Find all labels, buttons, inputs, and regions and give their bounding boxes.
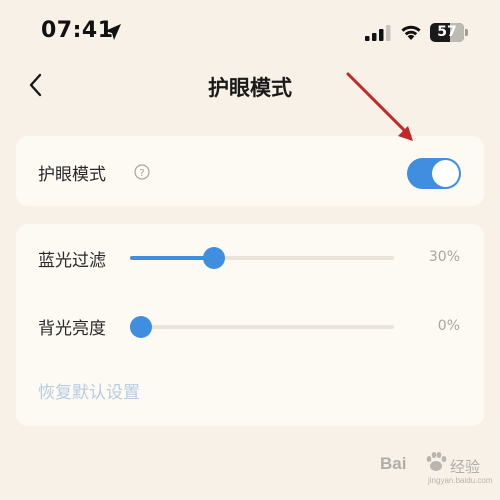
watermark-sub: 经验 bbox=[450, 458, 481, 476]
backlight-brightness-slider-thumb[interactable] bbox=[130, 316, 152, 338]
baidu-jingyan-watermark: Bai 经验 jingyan.baidu.com bbox=[380, 446, 492, 486]
blue-light-filter-slider-thumb[interactable] bbox=[202, 247, 225, 269]
wifi-icon bbox=[401, 25, 421, 40]
display-settings-card: 蓝光过滤 30% 背光亮度 0% 恢复默认设置 bbox=[16, 224, 484, 426]
blue-light-filter-label: 蓝光过滤 bbox=[38, 251, 106, 271]
eye-protection-screen: 07:41 57 护眼模式 护眼模式 ? 蓝光过滤 30% 背光亮度 0% 恢复… bbox=[0, 0, 500, 500]
eye-protection-card: 护眼模式 ? bbox=[16, 136, 484, 206]
eye-protection-label: 护眼模式 bbox=[38, 165, 106, 185]
toggle-knob bbox=[432, 160, 459, 187]
battery-tip bbox=[465, 29, 468, 36]
backlight-brightness-value: 0% bbox=[437, 318, 460, 334]
backlight-brightness-slider[interactable] bbox=[130, 316, 394, 338]
cellular-signal-icon bbox=[365, 25, 391, 41]
paw-icon bbox=[426, 452, 447, 471]
blue-light-filter-value: 30% bbox=[428, 249, 460, 265]
blue-light-filter-slider[interactable] bbox=[130, 247, 394, 269]
status-bar: 07:41 57 bbox=[0, 0, 500, 64]
location-arrow-icon bbox=[105, 24, 121, 40]
backlight-brightness-label: 背光亮度 bbox=[38, 319, 106, 339]
battery-level: 57 bbox=[437, 24, 457, 40]
watermark-url: jingyan.baidu.com bbox=[428, 476, 493, 485]
watermark-brand: Bai bbox=[380, 454, 407, 473]
eye-protection-toggle[interactable] bbox=[407, 158, 461, 189]
page-title: 护眼模式 bbox=[208, 76, 292, 100]
question-circle-icon[interactable]: ? bbox=[134, 164, 150, 180]
svg-text:?: ? bbox=[139, 168, 144, 179]
blue-light-filter-slider-fill bbox=[130, 256, 210, 260]
battery-icon: 57 bbox=[430, 23, 464, 42]
reset-defaults-link[interactable]: 恢复默认设置 bbox=[38, 378, 140, 403]
